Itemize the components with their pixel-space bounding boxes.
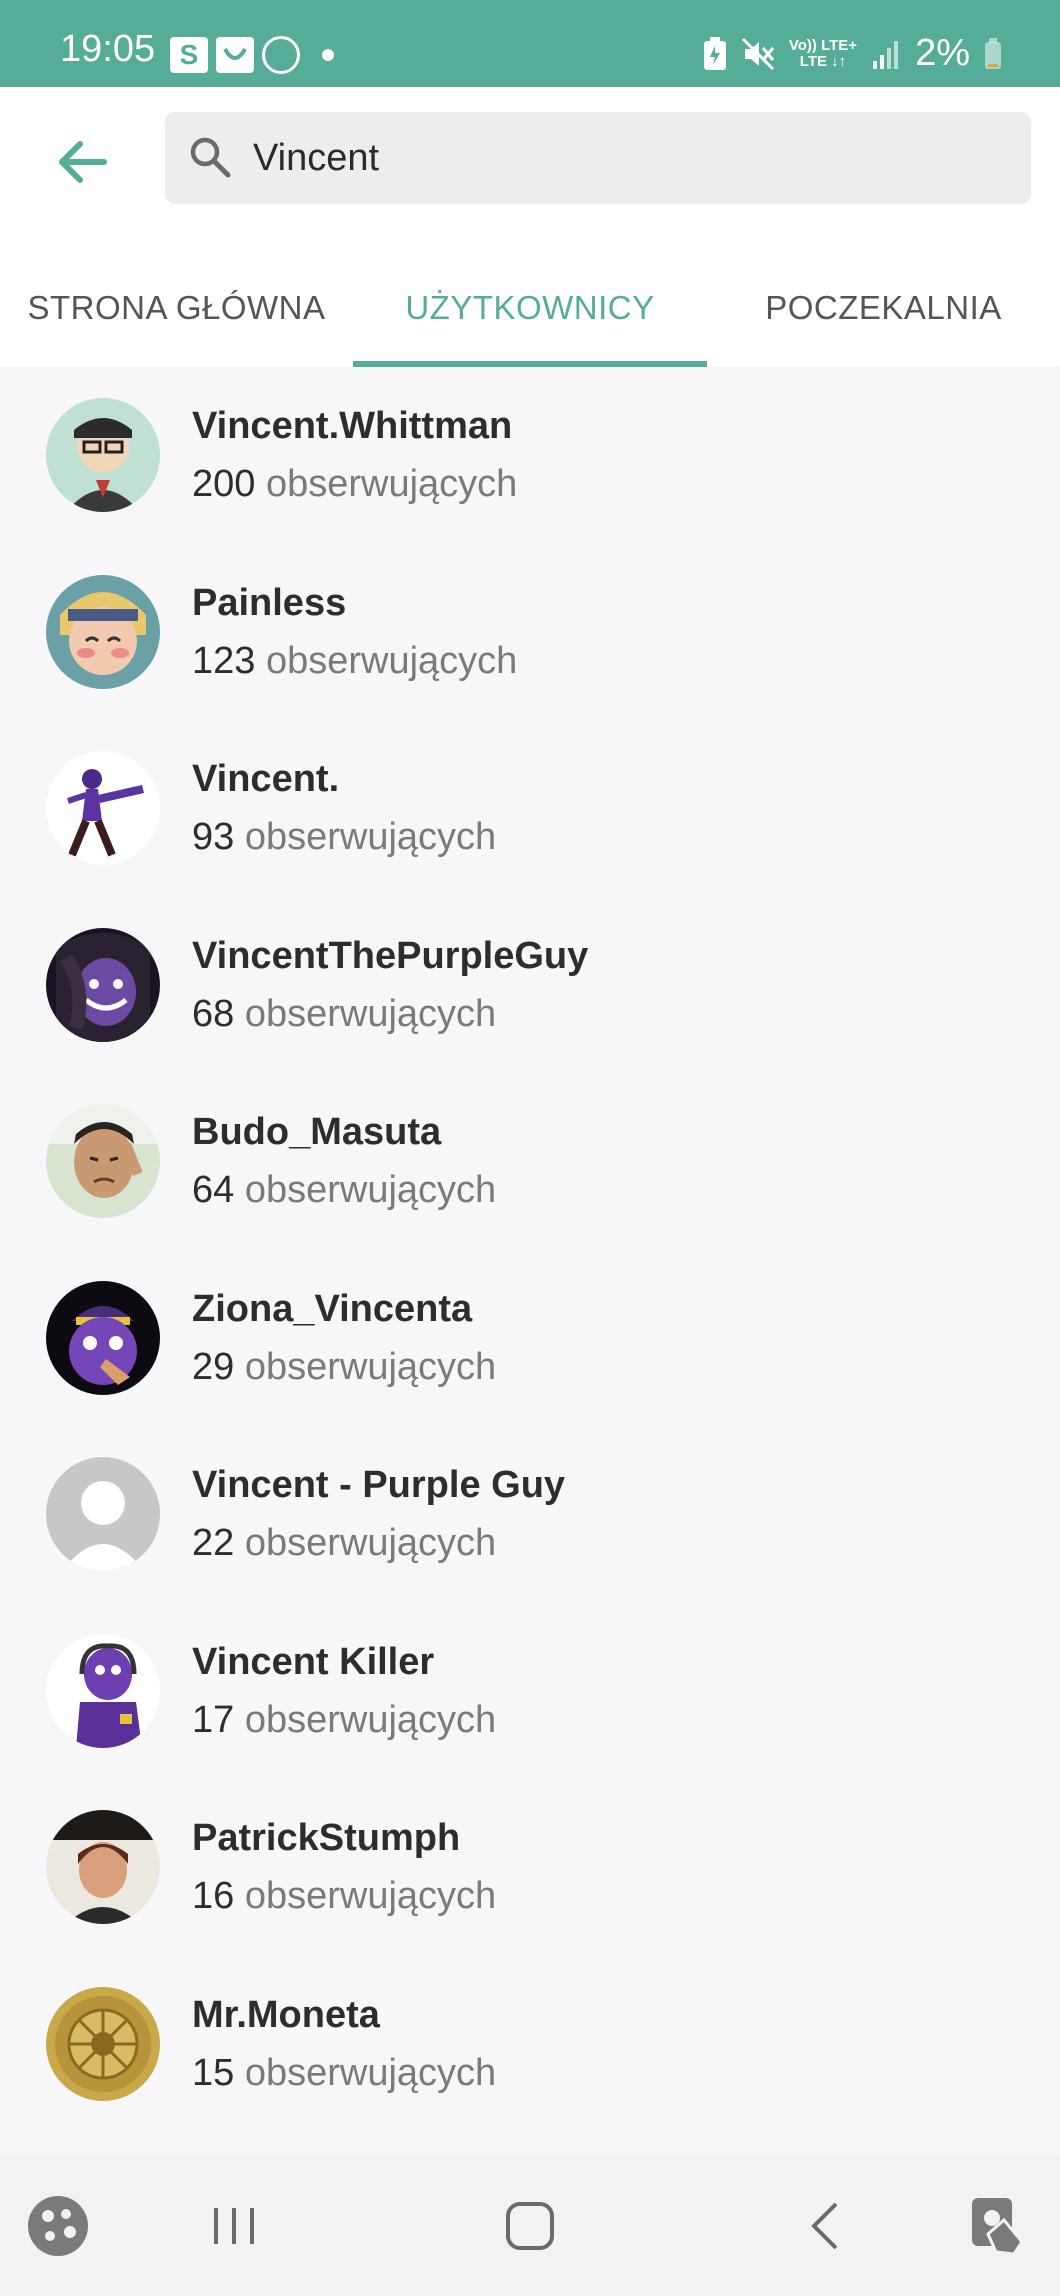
battery-icon [985,37,1001,69]
user-row[interactable]: Vincent Killer 17 obserwujących [0,1603,1060,1780]
user-name: Vincent - Purple Guy [192,1464,566,1506]
tab-home[interactable]: STRONA GŁÓWNA [0,247,353,367]
back-icon [811,2202,838,2250]
battery-saver-icon [703,36,726,70]
user-name: Ziona_Vincenta [192,1287,473,1330]
user-name: Vincent.Whittman [192,405,513,447]
user-followers: 22 obserwujących [192,1522,497,1564]
status-notification-icons: S [170,36,334,74]
screenshot-button[interactable] [966,2194,1030,2258]
user-followers: 15 obserwujących [192,2051,497,2094]
user-row[interactable]: Ziona_Vincenta 29 obserwujących [0,1250,1060,1427]
user-followers: 17 obserwujących [192,1698,497,1741]
recent-apps-button[interactable] [202,2194,266,2258]
user-followers: 200 obserwujących [192,463,518,505]
search-box[interactable] [165,112,1031,204]
status-bar: 19:05 S Vo)) LTE+ LTE ↓↑ 2% [0,0,1060,87]
user-name: Budo_Masuta [192,1111,442,1153]
status-system-icons: Vo)) LTE+ LTE ↓↑ 2% [703,32,1002,75]
user-row[interactable]: Painless 123 obserwujących [0,544,1060,721]
user-row[interactable]: VincentThePurpleGuy 68 obserwujących [0,897,1060,1074]
user-followers: 16 obserwujących [192,1875,497,1917]
avatar [46,1633,160,1748]
avatar [46,574,160,689]
screenshot-icon [972,2198,1024,2256]
user-name: Painless [192,581,347,624]
s-app-icon: S [170,37,208,73]
avatar [46,751,160,865]
user-row[interactable]: Budo_Masuta 64 obserwujących [0,1073,1060,1250]
avatar [46,1104,160,1218]
game-launcher-button[interactable] [26,2194,90,2258]
avatar [46,398,160,512]
signal-icon [873,40,899,69]
mute-icon [741,37,775,70]
volte-indicator: Vo)) LTE+ LTE ↓↑ [788,36,858,70]
game-launcher-icon [28,2196,88,2256]
home-button[interactable] [498,2194,562,2258]
back-nav-button[interactable] [796,2194,860,2258]
search-icon [190,137,231,178]
user-followers: 123 obserwujących [192,639,518,682]
user-row[interactable]: Mr.Moneta 15 obserwujących [0,1956,1060,2133]
back-button[interactable] [52,132,112,192]
user-row[interactable]: PatrickStumph 16 obserwujących [0,1779,1060,1956]
bear-app-icon [262,36,300,74]
user-row[interactable]: Vincent - Purple Guy 22 obserwujących [0,1426,1060,1603]
arrow-left-icon [59,141,107,183]
tab-waiting-room[interactable]: POCZEKALNIA [707,247,1060,367]
home-icon [506,2202,554,2250]
avatar [46,927,160,1042]
user-followers: 93 obserwujących [192,816,497,858]
battery-percent: 2% [915,32,970,74]
user-name: Vincent Killer [192,1640,435,1683]
recent-apps-icon [214,2208,254,2244]
tab-users[interactable]: UŻYTKOWNICY [353,247,707,367]
smile-app-icon [216,37,254,73]
user-name: Mr.Moneta [192,1993,380,2036]
tab-bar: STRONA GŁÓWNA UŻYTKOWNICY POCZEKALNIA [0,247,1060,367]
user-followers: 64 obserwujących [192,1169,497,1211]
avatar [46,1280,160,1395]
user-name: Vincent. [192,758,340,800]
status-time: 19:05 [60,28,156,70]
user-followers: 68 obserwujących [192,992,497,1035]
user-followers: 29 obserwujących [192,1345,497,1388]
avatar [46,1810,160,1924]
search-header: STRONA GŁÓWNA UŻYTKOWNICY POCZEKALNIA [0,87,1060,367]
user-name: PatrickStumph [192,1817,461,1859]
avatar [46,1986,160,2101]
user-name: VincentThePurpleGuy [192,934,589,977]
user-row[interactable]: Vincent.Whittman 200 obserwujących [0,367,1060,544]
default-avatar [46,1457,160,1571]
user-row[interactable]: Vincent. 93 obserwujących [0,720,1060,897]
search-input[interactable] [253,112,993,204]
system-navigation-bar [0,2154,1060,2296]
more-notifications-dot [322,49,334,61]
